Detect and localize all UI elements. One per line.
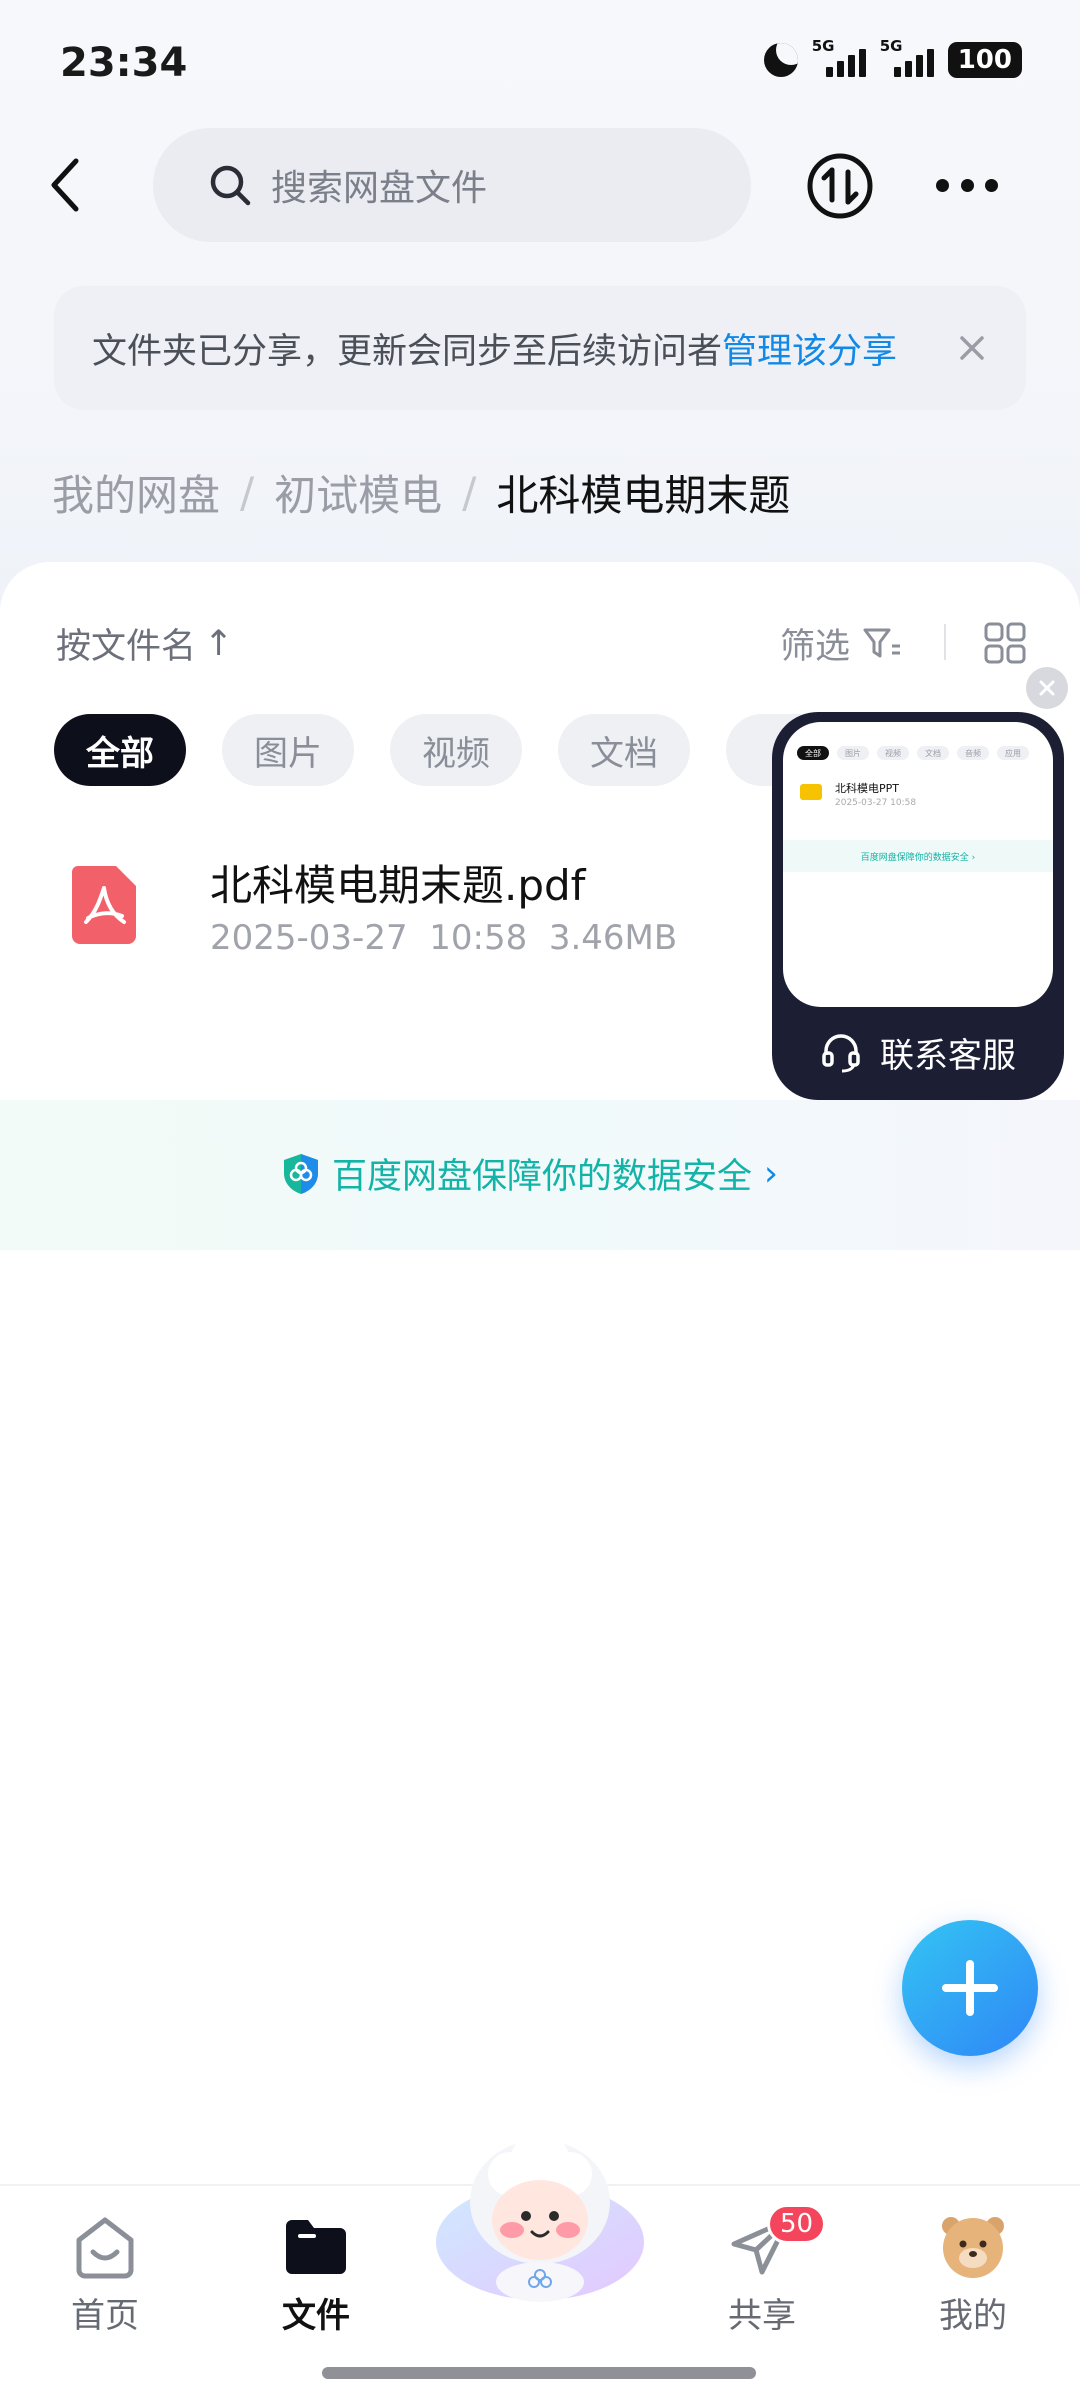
nav-item-home[interactable]: 首页 xyxy=(30,2210,180,2337)
chip-videos[interactable]: 视频 xyxy=(390,714,522,786)
dot-icon xyxy=(985,178,998,192)
network-type-label: 5G xyxy=(811,37,835,55)
preview-chip: 文档 xyxy=(917,746,949,760)
share-notice-banner: 文件夹已分享，更新会同步至后续访问者 管理该分享 xyxy=(54,286,1026,410)
preview-chip: 视频 xyxy=(877,746,909,760)
nav-label-mine: 我的 xyxy=(939,2296,1007,2336)
preview-chip: 应用 xyxy=(997,746,1029,760)
category-chips: 全部 图片 视频 文档 音 xyxy=(54,714,858,786)
dot-icon xyxy=(936,178,949,192)
file-size: 3.46MB xyxy=(548,918,678,958)
breadcrumb: 我的网盘 / 初试模电 / 北科模电期末题 xyxy=(52,462,790,523)
file-time: 10:58 xyxy=(429,918,528,958)
customer-service-label: 联系客服 xyxy=(880,1035,1016,1076)
folder-icon xyxy=(800,784,822,800)
nav-label-home: 首页 xyxy=(71,2296,139,2336)
float-window-close-button[interactable] xyxy=(1026,667,1068,709)
filter-label: 筛选 xyxy=(780,627,851,667)
do-not-disturb-icon xyxy=(763,43,798,77)
signal-icon: 5G xyxy=(812,37,866,77)
transfer-icon[interactable] xyxy=(806,152,874,220)
breadcrumb-current: 北科模电期末题 xyxy=(496,471,791,520)
safety-text: 百度网盘保障你的数据安全 xyxy=(332,1157,753,1197)
status-time: 23:34 xyxy=(60,40,188,86)
customer-service-float-window[interactable]: 全部 图片 视频 文档 音频 应用 北科模电PPT 2025-03-27 10:… xyxy=(772,712,1064,1100)
shield-icon xyxy=(284,1153,318,1194)
chip-documents[interactable]: 文档 xyxy=(558,714,690,786)
chip-all[interactable]: 全部 xyxy=(54,714,186,786)
chip-images[interactable]: 图片 xyxy=(222,714,354,786)
file-name: 北科模电期末题.pdf xyxy=(210,861,586,910)
status-icons: 5G 5G 100 xyxy=(763,37,1022,78)
nav-item-files[interactable]: 文件 xyxy=(241,2210,391,2337)
nav-label-share: 共享 xyxy=(728,2296,796,2336)
headset-icon xyxy=(822,1034,860,1073)
file-date: 2025-03-27 xyxy=(210,918,408,958)
signal-icon: 5G xyxy=(880,37,934,77)
back-button[interactable] xyxy=(40,150,90,220)
avatar xyxy=(942,2217,1004,2278)
sort-button[interactable]: 按文件名 ↑ xyxy=(56,618,233,669)
sort-arrow-icon: ↑ xyxy=(204,623,234,664)
float-window-footer: 联系客服 xyxy=(772,1012,1064,1092)
dot-icon xyxy=(960,178,974,192)
status-bar: 23:34 5G 5G 100 xyxy=(0,0,1080,130)
more-options-button[interactable] xyxy=(936,170,998,200)
file-meta: 2025-03-27 10:58 3.46MB xyxy=(210,918,677,958)
breadcrumb-separator: / xyxy=(240,468,255,517)
filter-icon xyxy=(863,628,901,657)
nav-label-files: 文件 xyxy=(282,2296,350,2336)
breadcrumb-item-my-drive[interactable]: 我的网盘 xyxy=(52,462,220,523)
search-icon xyxy=(210,165,251,206)
chevron-left-icon xyxy=(51,158,79,212)
preview-chip: 音频 xyxy=(957,746,989,760)
manage-share-link[interactable]: 管理该分享 xyxy=(722,323,897,374)
close-icon xyxy=(1039,680,1055,696)
float-window-preview: 全部 图片 视频 文档 音频 应用 北科模电PPT 2025-03-27 10:… xyxy=(783,722,1053,1007)
search-placeholder: 搜索网盘文件 xyxy=(271,168,488,209)
safety-banner[interactable]: 百度网盘保障你的数据安全 › xyxy=(282,1148,778,1199)
mascot-assistant-icon[interactable] xyxy=(430,2122,650,2308)
nav-item-share[interactable]: 共享 50 xyxy=(687,2204,837,2337)
share-notice-text: 文件夹已分享，更新会同步至后续访问者 xyxy=(92,331,723,372)
preview-file-name: 北科模电PPT xyxy=(835,782,899,795)
chevron-right-icon: › xyxy=(764,1153,779,1194)
sort-label: 按文件名 xyxy=(56,627,197,667)
breadcrumb-separator: / xyxy=(462,468,477,517)
preview-chip: 全部 xyxy=(797,746,829,760)
home-icon xyxy=(76,2217,134,2279)
close-icon[interactable] xyxy=(952,328,992,368)
add-button[interactable] xyxy=(902,1920,1038,2056)
network-type-label: 5G xyxy=(879,37,903,55)
preview-chip: 图片 xyxy=(837,746,869,760)
share-badge: 50 xyxy=(767,2204,827,2244)
folder-icon xyxy=(286,2220,346,2274)
preview-chips: 全部 图片 视频 文档 音频 应用 xyxy=(797,746,1029,760)
battery-icon: 100 xyxy=(947,42,1022,78)
preview-safety: 百度网盘保障你的数据安全 › xyxy=(783,840,1053,872)
nav-item-mine[interactable]: 我的 xyxy=(898,2210,1048,2337)
divider xyxy=(944,624,946,660)
home-indicator[interactable] xyxy=(322,2367,756,2379)
filter-button[interactable]: 筛选 xyxy=(780,618,902,669)
preview-file-meta: 2025-03-27 10:58 xyxy=(835,798,917,808)
pdf-icon xyxy=(72,866,136,944)
search-bar[interactable]: 搜索网盘文件 xyxy=(153,128,751,242)
breadcrumb-item-folder[interactable]: 初试模电 xyxy=(274,462,442,523)
grid-view-icon[interactable] xyxy=(984,622,1026,664)
